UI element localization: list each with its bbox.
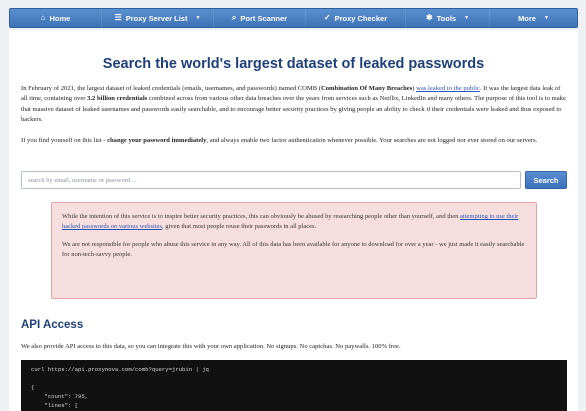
disclaimer-paragraph: We are not responsible for people who ab… [62,240,525,258]
nav-tools[interactable]: ✱ Tools ▼ [406,9,490,27]
home-icon: ⌂ [40,13,46,22]
nav-label: Tools [436,13,457,23]
nav-more[interactable]: More ▼ [490,9,577,27]
advice-paragraph: If you find yourself on this list - chan… [21,136,566,146]
check-icon: ✓ [323,13,331,22]
nav-port-scanner[interactable]: ⌕ Port Scanner [214,9,306,27]
nav-label: Proxy Checker [334,13,388,23]
caret-down-icon: ▼ [195,15,201,21]
page-title: Search the world's largest dataset of le… [102,56,485,72]
nav-proxy-checker[interactable]: ✓ Proxy Checker [306,9,406,27]
nav-label: Home [49,13,71,23]
intro-text: In February of 2021, the largest dataset… [21,85,321,92]
warning-text: , given that most people reuse their pas… [162,223,317,231]
warning-text: While the intention of this service is t… [62,213,461,220]
intro-paragraph: In February of 2021, the largest dataset… [21,84,566,125]
warning-box: While the intention of this service is t… [51,202,537,299]
caret-down-icon: ▼ [464,15,470,21]
api-description: We also provide API access to this data,… [21,343,401,350]
nav-label: More [518,13,536,23]
search-input[interactable] [21,171,521,189]
credential-count: 3.2 billion credentials [87,95,148,103]
top-navbar: ⌂ Home ☰ Proxy Server List ▼ ⌕ Port Scan… [9,8,578,28]
search-bar: Search [21,171,567,189]
advice-bold: change your password immediately [107,137,207,144]
warning-paragraph: While the intention of this service is t… [62,212,526,233]
search-icon: ⌕ [231,13,237,22]
advice-text: If you find yourself on this list - [21,137,108,144]
tools-icon: ✱ [425,13,433,22]
api-section-title: API Access [21,319,84,331]
list-icon: ☰ [114,13,122,22]
nav-label: Port Scanner [240,13,288,23]
nav-label: Proxy Server List [125,13,188,23]
nav-home[interactable]: ⌂ Home [10,9,102,27]
advice-text: , and always enable two factor authentic… [206,137,538,144]
search-button[interactable]: Search [525,171,567,189]
nav-proxy-server-list[interactable]: ☰ Proxy Server List ▼ [102,9,214,27]
caret-down-icon: ▼ [543,15,549,21]
page-content: Search the world's largest dataset of le… [9,30,578,411]
leak-link[interactable]: was leaked to the public [416,85,480,92]
comb-name: Combination Of Many Breaches [321,85,413,92]
api-code-block: curl https://api.proxynova.com/comb?quer… [21,360,567,411]
